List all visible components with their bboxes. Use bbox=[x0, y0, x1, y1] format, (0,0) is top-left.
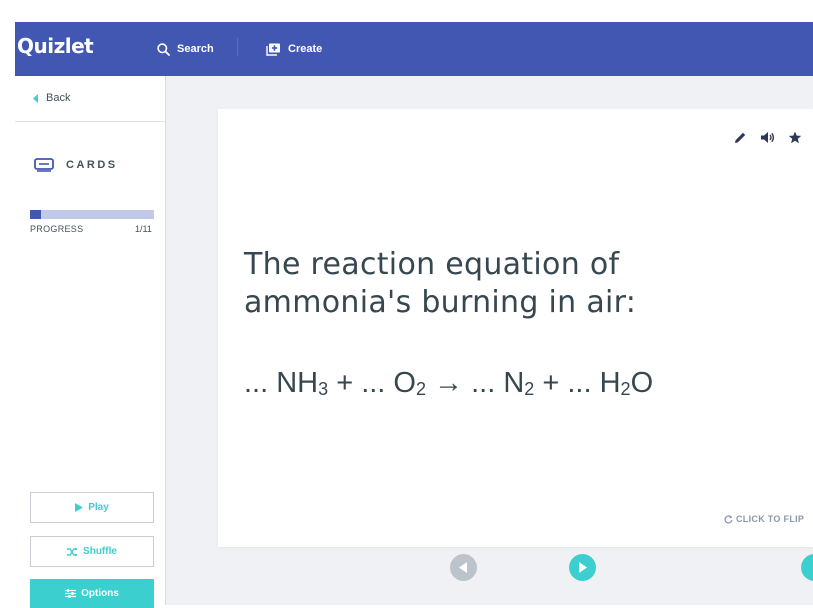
star-icon[interactable] bbox=[788, 131, 802, 144]
next-arrow-icon bbox=[579, 562, 587, 573]
back-chevron-icon bbox=[33, 93, 38, 103]
create-label: Create bbox=[288, 43, 323, 55]
term-line-1: The reaction equation of bbox=[244, 247, 620, 282]
search-icon bbox=[157, 42, 170, 56]
progress-bar bbox=[30, 210, 154, 219]
play-icon bbox=[75, 503, 84, 512]
eq-subscript-3: 2 bbox=[524, 379, 535, 399]
progress-bar-fill bbox=[30, 210, 42, 219]
edge-action-button[interactable] bbox=[801, 554, 813, 581]
eq-part-3: → ... N bbox=[426, 367, 525, 399]
flashcard-area: The reaction equation of ammonia's burni… bbox=[166, 76, 813, 605]
previous-card-button[interactable] bbox=[450, 554, 477, 581]
audio-icon[interactable] bbox=[760, 131, 775, 144]
search-label: Search bbox=[177, 43, 214, 55]
edit-icon[interactable] bbox=[734, 131, 747, 144]
quizlet-logo[interactable]: Quizlet bbox=[17, 34, 94, 58]
flip-label: CLICK TO FLIP bbox=[736, 514, 805, 524]
term-line-2: ammonia's burning in air: bbox=[244, 285, 637, 320]
eq-part-5: O bbox=[630, 367, 654, 399]
eq-subscript-1: 3 bbox=[318, 379, 329, 399]
back-label: Back bbox=[46, 92, 71, 104]
options-button[interactable]: Options bbox=[30, 579, 154, 608]
eq-subscript-2: 2 bbox=[415, 379, 426, 399]
progress-count: 1/11 bbox=[135, 224, 152, 234]
options-label: Options bbox=[81, 588, 119, 599]
study-mode-title: CARDS bbox=[34, 158, 118, 172]
cards-icon bbox=[34, 158, 54, 172]
eq-part-2: + ... O bbox=[328, 367, 416, 399]
refresh-icon bbox=[724, 514, 733, 523]
eq-part-4: + ... H bbox=[534, 367, 621, 399]
next-card-button[interactable] bbox=[569, 554, 596, 581]
prev-arrow-icon bbox=[459, 562, 467, 573]
nav-divider bbox=[237, 38, 238, 56]
play-label: Play bbox=[88, 502, 109, 513]
shuffle-icon bbox=[67, 547, 78, 556]
create-button[interactable]: Create bbox=[266, 22, 322, 76]
shuffle-label: Shuffle bbox=[83, 546, 117, 557]
eq-part-1: ... NH bbox=[244, 367, 319, 399]
progress-label: PROGRESS bbox=[30, 224, 84, 234]
play-button[interactable]: Play bbox=[30, 492, 154, 523]
card-term: The reaction equation of ammonia's burni… bbox=[244, 246, 784, 322]
reaction-equation: ... NH3 + ... O2 → ... N2 + ... H2O bbox=[244, 367, 653, 400]
click-to-flip[interactable]: CLICK TO FLIP bbox=[724, 514, 804, 524]
shuffle-button[interactable]: Shuffle bbox=[30, 536, 154, 567]
search-button[interactable]: Search bbox=[157, 22, 214, 76]
sidebar-divider bbox=[15, 121, 165, 122]
eq-subscript-4: 2 bbox=[620, 379, 631, 399]
options-icon bbox=[65, 589, 77, 598]
study-sidebar: Back CARDS PROGRESS 1/11 Play Shuffle Op… bbox=[15, 76, 166, 608]
create-icon bbox=[266, 43, 280, 56]
flashcard[interactable]: The reaction equation of ammonia's burni… bbox=[218, 109, 813, 547]
top-navigation-bar: Quizlet Search Create bbox=[15, 22, 813, 76]
back-link[interactable]: Back bbox=[33, 92, 70, 104]
mode-label: CARDS bbox=[66, 159, 118, 171]
